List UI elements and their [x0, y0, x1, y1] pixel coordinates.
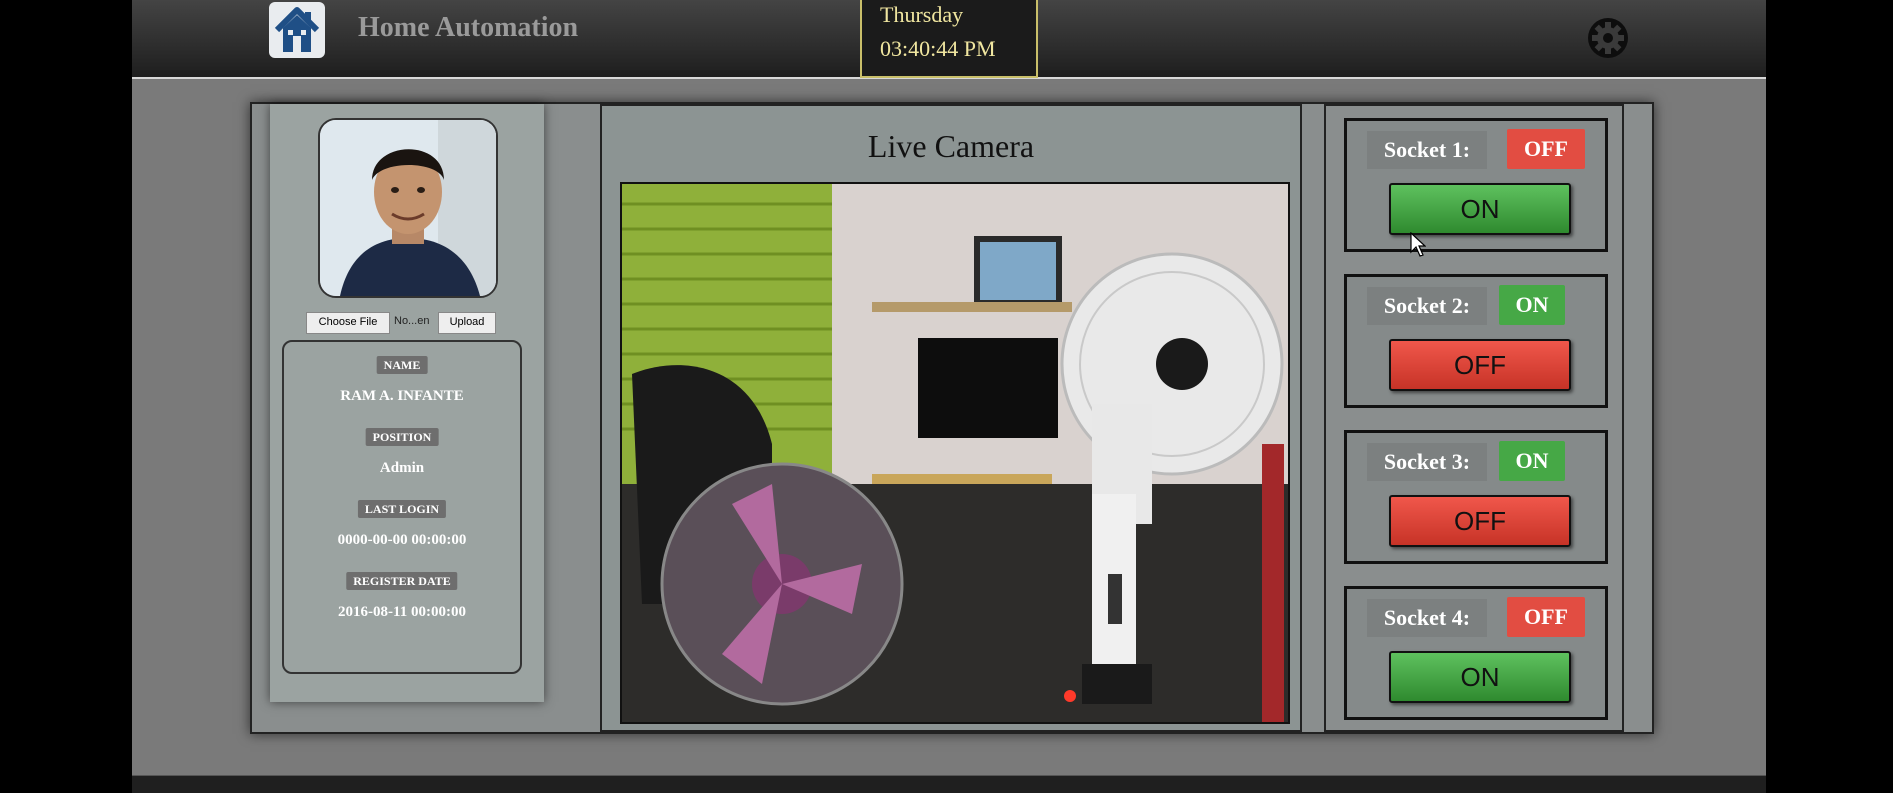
app-title: Home Automation — [358, 12, 579, 43]
clock-widget: Thursday 03:40:44 PM — [860, 0, 1038, 78]
camera-panel: Live Camera — [600, 104, 1302, 732]
socket-3-status-badge: ON — [1499, 441, 1565, 481]
socket-card-3: Socket 3: ON OFF — [1344, 430, 1608, 564]
socket-1-label: Socket 1: — [1367, 131, 1487, 169]
name-value: RAM A. INFANTE — [340, 388, 464, 404]
file-name-text: No...en — [394, 315, 430, 327]
socket-card-2: Socket 2: ON OFF — [1344, 274, 1608, 408]
user-info-box: NAME RAM A. INFANTE POSITION Admin LAST … — [282, 340, 522, 674]
socket-2-status-badge: ON — [1499, 285, 1565, 325]
socket-card-4: Socket 4: OFF ON — [1344, 586, 1608, 720]
camera-title: Live Camera — [867, 128, 1035, 164]
socket-2-off-button[interactable]: OFF — [1389, 339, 1571, 391]
socket-1-on-button[interactable]: ON — [1389, 183, 1571, 235]
footer-bar — [132, 775, 1766, 793]
socket-3-off-button[interactable]: OFF — [1389, 495, 1571, 547]
last-login-label: LAST LOGIN — [357, 500, 447, 518]
gear-icon[interactable] — [1587, 17, 1629, 59]
socket-1-status-badge: OFF — [1507, 129, 1585, 169]
upload-button[interactable]: Upload — [438, 312, 496, 334]
register-date-label: REGISTER DATE — [346, 572, 458, 590]
socket-card-1: Socket 1: OFF ON — [1344, 118, 1608, 252]
socket-2-label: Socket 2: — [1367, 287, 1487, 325]
position-label: POSITION — [365, 428, 439, 446]
socket-4-status-badge: OFF — [1507, 597, 1585, 637]
socket-4-label: Socket 4: — [1367, 599, 1487, 637]
choose-file-button[interactable]: Choose File — [306, 312, 390, 334]
header-bar: Home Automation Thursday 03:40:44 PM — [132, 0, 1766, 79]
socket-4-on-button[interactable]: ON — [1389, 651, 1571, 703]
home-icon[interactable] — [269, 2, 325, 58]
clock-day: Thursday — [880, 2, 964, 27]
socket-3-label: Socket 3: — [1367, 443, 1487, 481]
app-window: Home Automation Thursday 03:40:44 PM Cho… — [132, 0, 1766, 793]
last-login-value: 0000-00-00 00:00:00 — [337, 532, 467, 548]
profile-card: Choose File No...en Upload NAME RAM A. I… — [270, 104, 544, 702]
register-date-value: 2016-08-11 00:00:00 — [338, 604, 466, 620]
sockets-panel: Socket 1: OFF ON Socket 2: ON OFF Socket… — [1324, 104, 1624, 732]
name-label: NAME — [376, 356, 428, 374]
mouse-cursor-icon — [1410, 231, 1427, 258]
position-value: Admin — [379, 460, 425, 476]
live-camera-feed — [620, 182, 1290, 724]
clock-time: 03:40:44 PM — [880, 36, 996, 61]
avatar — [318, 118, 498, 298]
